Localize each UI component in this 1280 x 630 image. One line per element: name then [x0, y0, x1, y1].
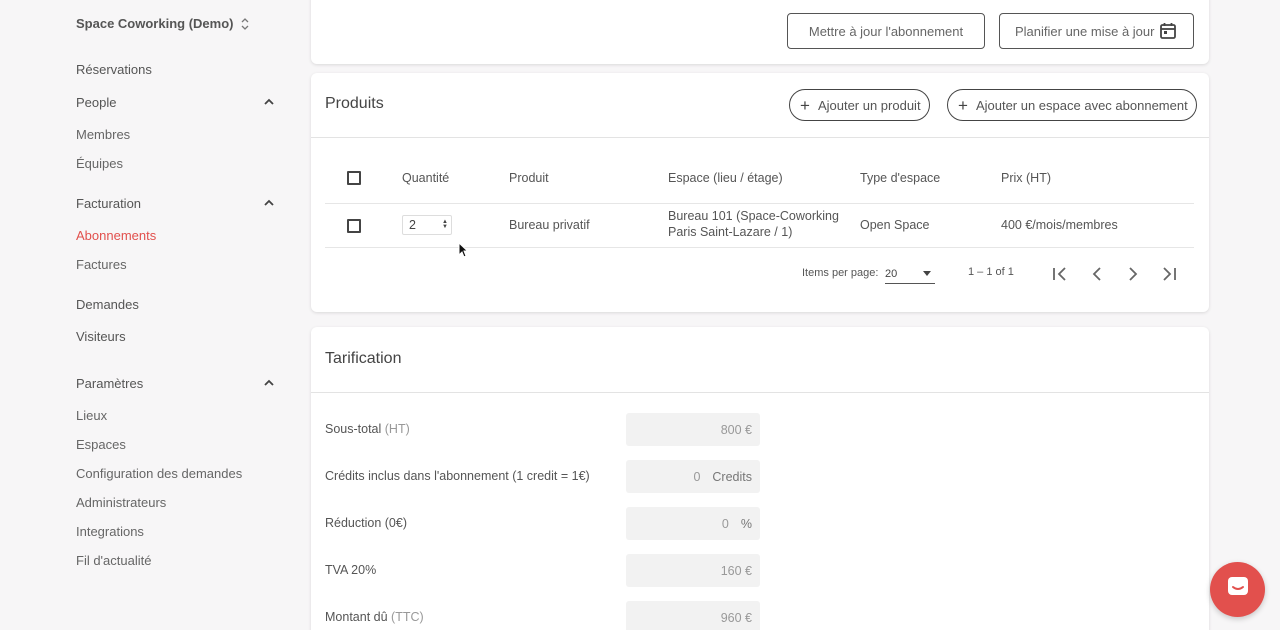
- discount-label: Réduction (0€): [325, 516, 407, 530]
- pricing-card: Tarification Sous-total (HT) 800 € Crédi…: [311, 327, 1209, 630]
- sidebar-item-integrations[interactable]: Integrations: [76, 524, 144, 539]
- sidebar-item-administrateurs[interactable]: Administrateurs: [76, 495, 166, 510]
- first-page-icon[interactable]: [1051, 265, 1069, 283]
- sidebar-item-lieux[interactable]: Lieux: [76, 408, 107, 423]
- spinner-icon[interactable]: ▲ ▼: [442, 219, 448, 230]
- price-value: 400 €/mois/membres: [1001, 218, 1118, 232]
- discount-field[interactable]: 0 %: [626, 507, 760, 540]
- subscription-actions-card: Mettre à jour l'abonnement Planifier une…: [311, 0, 1209, 64]
- sidebar-item-demandes[interactable]: Demandes: [76, 297, 139, 312]
- column-header-espace[interactable]: Espace (lieu / étage): [668, 171, 783, 185]
- pagination-range: 1 – 1 of 1: [968, 266, 1014, 278]
- total-value: 960 €: [720, 610, 752, 625]
- vat-field: 160 €: [626, 554, 760, 587]
- subtotal-label: Sous-total (HT): [325, 422, 410, 436]
- products-card: Produits + Ajouter un produit + Ajouter …: [311, 73, 1209, 312]
- select-all-checkbox[interactable]: [347, 171, 361, 185]
- sidebar: Space Coworking (Demo) Réservations Peop…: [0, 0, 300, 630]
- plus-icon: +: [958, 95, 968, 115]
- sidebar-item-abonnements[interactable]: Abonnements: [76, 228, 156, 243]
- row-checkbox[interactable]: [347, 219, 361, 233]
- subtotal-label-text: Sous-total: [325, 422, 382, 436]
- products-title: Produits: [325, 95, 384, 112]
- add-product-button[interactable]: + Ajouter un produit: [789, 89, 930, 121]
- previous-page-icon[interactable]: [1088, 265, 1106, 283]
- next-page-icon[interactable]: [1124, 265, 1142, 283]
- update-subscription-button[interactable]: Mettre à jour l'abonnement: [787, 13, 985, 49]
- vat-value: 160 €: [720, 563, 752, 578]
- credits-field[interactable]: 0 Credits: [626, 460, 760, 493]
- product-name: Bureau privatif: [509, 218, 590, 232]
- total-suffix: (TTC): [391, 610, 424, 624]
- subtotal-value: 800 €: [720, 422, 752, 437]
- chat-launcher-button[interactable]: [1210, 562, 1265, 617]
- sidebar-item-membres[interactable]: Membres: [76, 127, 130, 142]
- total-label-text: Montant dû: [325, 610, 388, 624]
- sidebar-item-reservations[interactable]: Réservations: [76, 62, 152, 77]
- credits-value: 0: [693, 469, 701, 484]
- add-product-label: Ajouter un produit: [817, 97, 921, 113]
- sidebar-item-factures[interactable]: Factures: [76, 257, 127, 272]
- total-label: Montant dû (TTC): [325, 610, 424, 624]
- chevron-up-icon[interactable]: [263, 196, 275, 208]
- sidebar-item-config-demandes[interactable]: Configuration des demandes: [76, 466, 242, 481]
- space-name-line1: Bureau 101 (Space-Coworking: [668, 209, 839, 223]
- plus-icon: +: [800, 95, 810, 115]
- items-per-page-value: 20: [885, 267, 898, 280]
- sidebar-item-facturation[interactable]: Facturation: [76, 196, 141, 211]
- divider: [325, 203, 1194, 204]
- credits-unit: Credits: [712, 469, 752, 484]
- column-header-prix[interactable]: Prix (HT): [1001, 171, 1051, 185]
- credits-label: Crédits inclus dans l'abonnement (1 cred…: [325, 469, 590, 483]
- add-space-button[interactable]: + Ajouter un espace avec abonnement: [947, 89, 1197, 121]
- discount-value: 0: [721, 516, 729, 531]
- sidebar-item-parametres[interactable]: Paramètres: [76, 376, 143, 391]
- dropdown-caret-icon: [923, 271, 931, 276]
- chevron-up-icon[interactable]: [263, 376, 275, 388]
- pricing-title: Tarification: [325, 350, 402, 367]
- items-per-page-label: Items per page:: [802, 267, 879, 279]
- chat-icon: [1224, 573, 1252, 606]
- subtotal-field: 800 €: [626, 413, 760, 446]
- discount-unit: %: [740, 516, 752, 531]
- quantity-stepper[interactable]: 2 ▲ ▼: [402, 215, 452, 235]
- divider: [311, 137, 1209, 138]
- add-space-label: Ajouter un espace avec abonnement: [975, 97, 1188, 113]
- mouse-cursor-icon: [458, 241, 469, 258]
- workspace-name: Space Coworking (Demo): [76, 16, 234, 31]
- space-type: Open Space: [860, 218, 930, 232]
- total-field: 960 €: [626, 601, 760, 630]
- items-per-page-select[interactable]: 20: [885, 264, 935, 284]
- column-header-produit[interactable]: Produit: [509, 171, 549, 185]
- divider: [311, 392, 1209, 393]
- last-page-icon[interactable]: [1160, 265, 1178, 283]
- quantity-value: 2: [409, 218, 416, 232]
- space-name-line2: Paris Saint-Lazare / 1): [668, 225, 793, 239]
- vat-label: TVA 20%: [325, 563, 377, 577]
- column-header-type[interactable]: Type d'espace: [860, 171, 940, 185]
- schedule-update-placeholder: Planifier une mise à jour: [1015, 23, 1155, 39]
- unfold-icon: [241, 17, 249, 30]
- column-header-quantite[interactable]: Quantité: [402, 171, 449, 185]
- workspace-switcher[interactable]: Space Coworking (Demo): [76, 16, 249, 31]
- sidebar-item-visiteurs[interactable]: Visiteurs: [76, 329, 126, 344]
- sidebar-item-equipes[interactable]: Équipes: [76, 156, 123, 171]
- sidebar-item-espaces[interactable]: Espaces: [76, 437, 126, 452]
- chevron-up-icon[interactable]: [263, 95, 275, 107]
- sidebar-item-fil-actualite[interactable]: Fil d'actualité: [76, 553, 151, 568]
- sidebar-item-people[interactable]: People: [76, 95, 116, 110]
- divider: [325, 247, 1194, 248]
- schedule-update-field[interactable]: Planifier une mise à jour: [999, 13, 1194, 49]
- subtotal-suffix: (HT): [384, 422, 410, 436]
- calendar-icon[interactable]: [1159, 22, 1177, 43]
